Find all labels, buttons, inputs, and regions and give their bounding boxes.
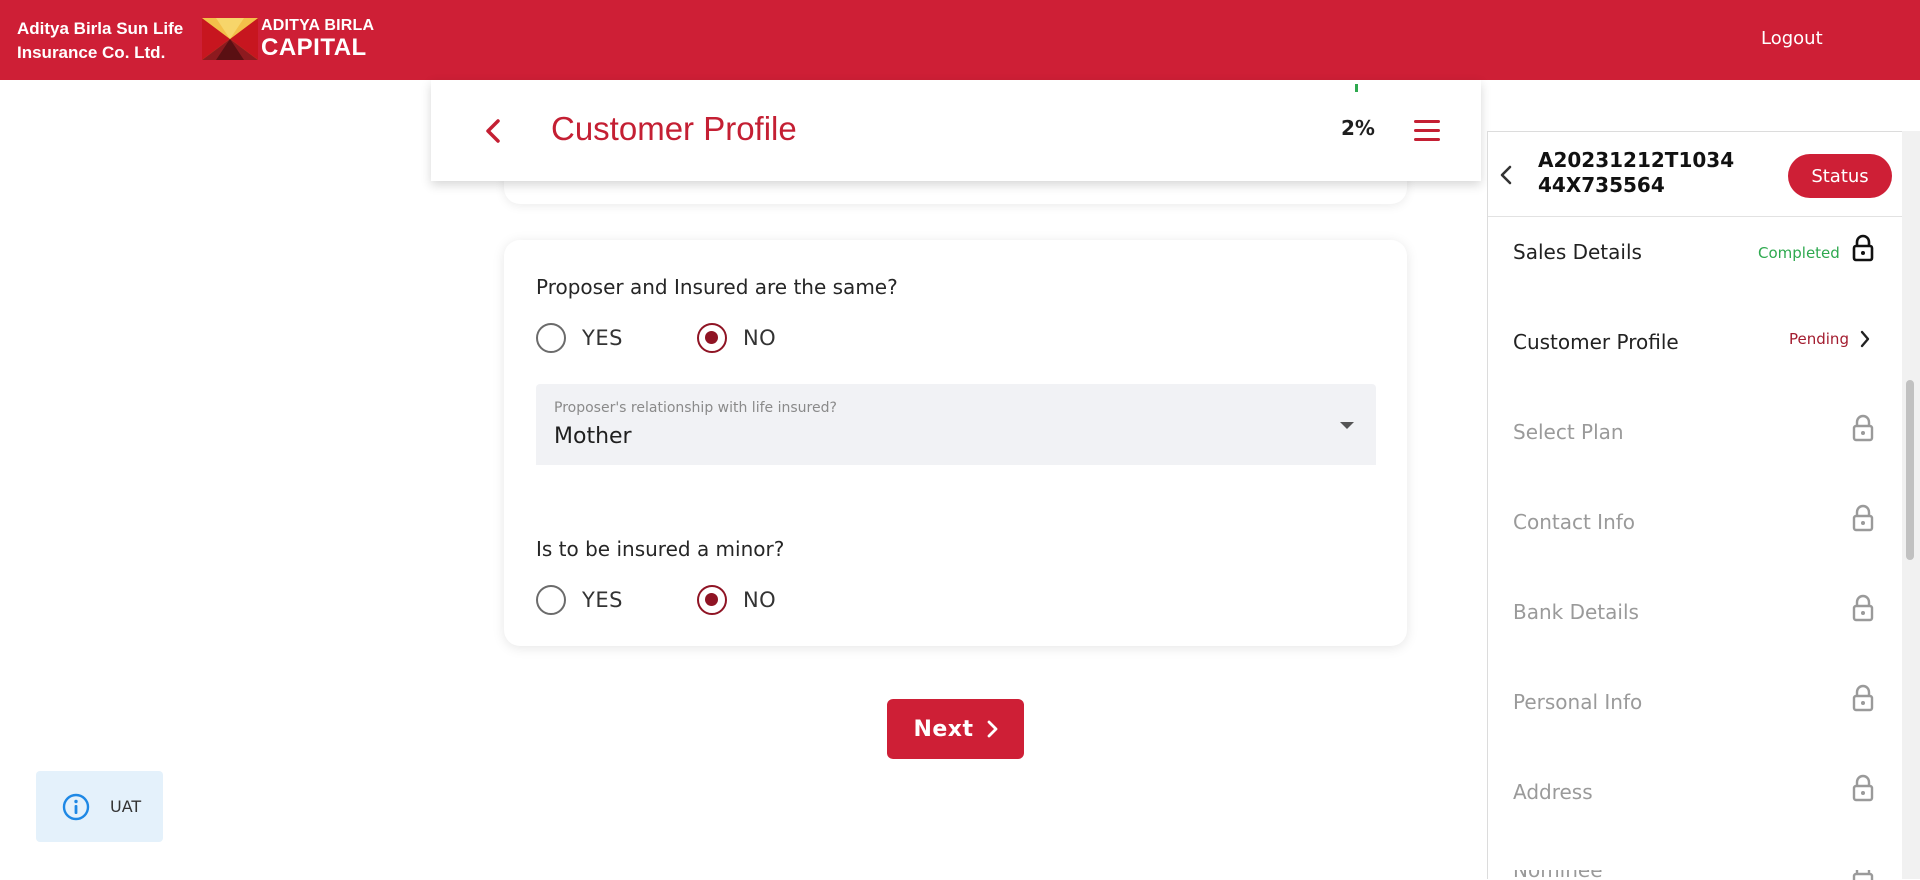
- sidebar-item-label: Contact Info: [1513, 510, 1636, 534]
- logo-line1: ADITYA BIRLA: [261, 17, 375, 34]
- page-title: Customer Profile: [551, 110, 797, 147]
- radio-no-selected[interactable]: [696, 585, 727, 615]
- application-id: A20231212T103444X735564: [1538, 148, 1735, 197]
- sidebar-item-label: Select Plan: [1513, 420, 1624, 444]
- sidebar-item-address[interactable]: Address: [1488, 774, 1903, 870]
- radio-no-label: NO: [742, 588, 777, 612]
- insured-minor-yes-option[interactable]: YES: [536, 585, 623, 615]
- company-name-line1: Aditya Birla Sun Life: [17, 19, 184, 38]
- logo-line2: CAPITAL: [261, 34, 367, 61]
- lock-icon: [1852, 234, 1874, 262]
- progress-indicator: [1355, 84, 1358, 92]
- sidebar-scrollbar-thumb[interactable]: [1906, 380, 1914, 560]
- radio-yes-label: YES: [582, 326, 623, 350]
- progress-percentage: 2%: [1341, 116, 1375, 140]
- status-pending: Pending: [1789, 330, 1849, 348]
- proposer-insured-same-yes-option[interactable]: YES: [536, 323, 623, 353]
- insured-minor-question: Is to be insured a minor?: [536, 537, 785, 561]
- sidebar-item-label: Sales Details: [1513, 240, 1642, 264]
- radio-yes[interactable]: [536, 323, 566, 353]
- relationship-select-label: Proposer's relationship with life insure…: [554, 400, 837, 416]
- proposer-insured-same-question: Proposer and Insured are the same?: [536, 275, 898, 299]
- radio-yes-label: YES: [582, 588, 623, 612]
- environment-badge: UAT: [36, 771, 163, 842]
- status-button[interactable]: Status: [1788, 154, 1892, 198]
- proposer-insured-same-no-option[interactable]: NO: [696, 323, 777, 353]
- insured-minor-no-option[interactable]: NO: [696, 585, 777, 615]
- radio-no-selected[interactable]: [696, 323, 727, 353]
- back-arrow-icon[interactable]: [483, 118, 503, 144]
- proposer-insured-same-radio-group: YES NO: [536, 322, 850, 354]
- relationship-select-value: Mother: [554, 424, 632, 449]
- sidebar-item-sales-details[interactable]: Sales Details Completed: [1488, 234, 1903, 330]
- sidebar-item-select-plan[interactable]: Select Plan: [1488, 414, 1903, 510]
- next-button-label: Next: [913, 716, 974, 742]
- sidebar-item-label: Personal Info: [1513, 690, 1643, 714]
- status-completed: Completed: [1758, 244, 1840, 262]
- application-sidebar: A20231212T103444X735564 Status Sales Det…: [1487, 131, 1903, 880]
- sidebar-item-contact-info[interactable]: Contact Info: [1488, 504, 1903, 600]
- sidebar-item-label: Bank Details: [1513, 600, 1639, 624]
- lock-icon: [1852, 504, 1874, 532]
- caret-down-icon: [1340, 422, 1354, 429]
- logout-link[interactable]: Logout: [1761, 28, 1823, 49]
- page-header: Customer Profile 2%: [431, 80, 1481, 181]
- hamburger-menu-icon[interactable]: [1414, 120, 1440, 142]
- next-button[interactable]: Next: [887, 699, 1024, 759]
- company-name-line2: Insurance Co. Ltd.: [17, 43, 166, 62]
- sunburst-logo-icon: [202, 18, 258, 60]
- sidebar-item-label: Address: [1513, 780, 1593, 804]
- sidebar-item-bank-details[interactable]: Bank Details: [1488, 594, 1903, 690]
- company-name: Aditya Birla Sun Life Insurance Co. Ltd.: [17, 17, 183, 65]
- chevron-right-icon: [1860, 330, 1870, 348]
- chevron-right-icon: [987, 720, 997, 738]
- collapse-chevron-left-icon[interactable]: [1498, 164, 1514, 186]
- sidebar-item-label: Customer Profile: [1513, 330, 1679, 354]
- sidebar-item-customer-profile[interactable]: Customer Profile Pending: [1488, 330, 1903, 420]
- relationship-select[interactable]: Proposer's relationship with life insure…: [536, 384, 1376, 465]
- top-bar: Aditya Birla Sun Life Insurance Co. Ltd.…: [0, 0, 1920, 80]
- radio-no-label: NO: [742, 326, 777, 350]
- insured-minor-radio-group: YES NO: [536, 584, 850, 616]
- sidebar-header: A20231212T103444X735564 Status: [1488, 132, 1903, 217]
- lock-icon: [1852, 684, 1874, 712]
- info-icon: [62, 793, 90, 820]
- environment-label: UAT: [110, 797, 142, 816]
- radio-yes[interactable]: [536, 585, 566, 615]
- lock-icon: [1852, 594, 1874, 622]
- lock-icon: [1852, 774, 1874, 802]
- lock-icon: [1852, 414, 1874, 442]
- aditya-birla-capital-logo: ADITYA BIRLA CAPITAL: [202, 18, 374, 60]
- sidebar-item-personal-info[interactable]: Personal Info: [1488, 684, 1903, 780]
